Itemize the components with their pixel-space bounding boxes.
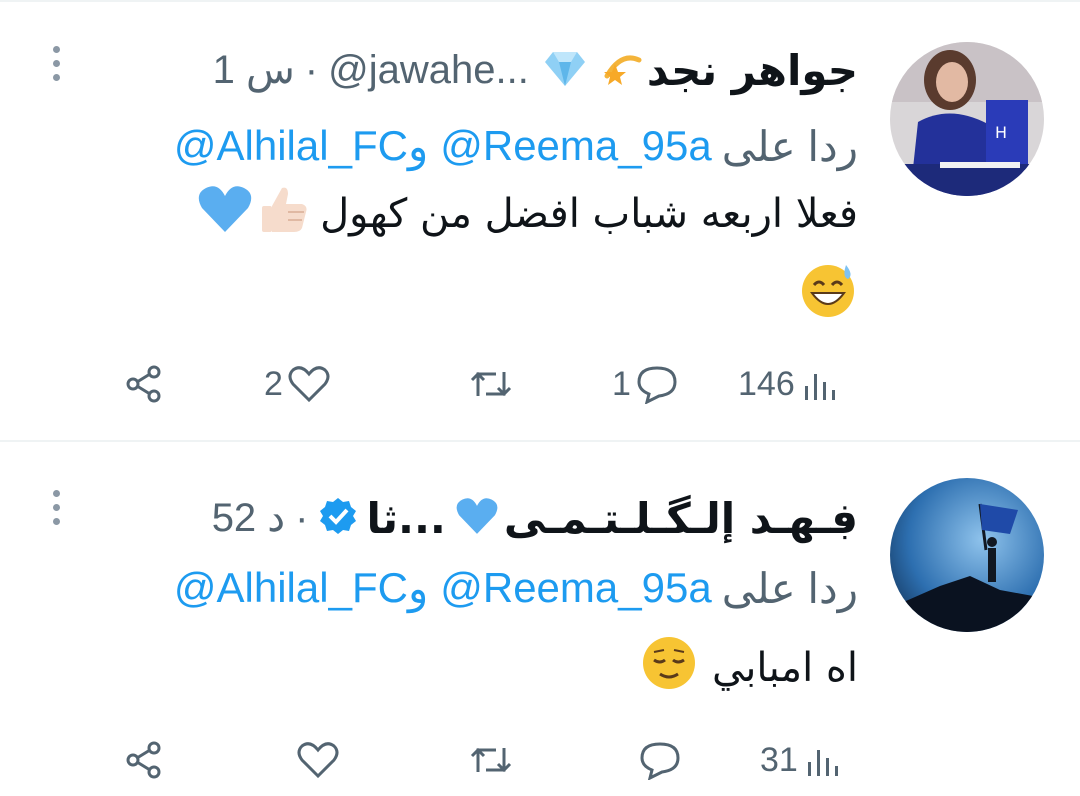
reply-prefix: ردا على [721, 122, 858, 170]
blue-heart-icon [454, 495, 500, 541]
mention-connector: و [407, 122, 429, 170]
tweet-text-line-1: اه امبابي [640, 636, 858, 700]
reply-prefix: ردا على [721, 564, 858, 612]
share-icon[interactable] [124, 354, 164, 414]
reply-context: ردا على @Reema_95a و @Alhilal_FC [174, 560, 858, 616]
separator-dot: · [295, 495, 309, 540]
retweet-button[interactable] [468, 354, 514, 414]
timestamp[interactable]: 52 د [212, 495, 285, 541]
mention-alhilal[interactable]: @Alhilal_FC [174, 564, 408, 612]
reply-count: 1 [612, 364, 631, 403]
action-bar: 2 1 146 [0, 354, 1080, 414]
views-count: 146 [738, 364, 795, 403]
mention-reema[interactable]: @Reema_95a [440, 122, 711, 170]
grinning-sweat-face-icon [798, 259, 858, 329]
avatar[interactable]: H [890, 42, 1044, 196]
tweet-2[interactable]: ڣـهـد إلـگـلـتـمـی ثا... · 52 د ردا على … [0, 442, 1080, 796]
tweet-text-line-1: فعلا اربعه شباب افضل من كهول [196, 184, 858, 244]
avatar[interactable] [890, 478, 1044, 632]
reply-context: ردا على @Reema_95a و @Alhilal_FC [174, 118, 858, 174]
mention-connector: و [407, 564, 429, 612]
display-name[interactable]: ڣـهـد إلـگـلـتـمـی [504, 494, 858, 543]
tweet-text-line-2 [798, 262, 858, 326]
tweet-header: جواهر نجد @jawahe... · 1 س [213, 40, 858, 100]
reply-button[interactable]: 1 [612, 354, 679, 414]
timestamp[interactable]: 1 س [213, 47, 295, 93]
blue-heart-icon [196, 182, 254, 246]
views-icon [804, 374, 835, 400]
like-count: 2 [264, 364, 283, 403]
thumbs-up-icon [258, 182, 312, 246]
share-icon[interactable] [124, 730, 164, 790]
tweet-text: فعلا اربعه شباب افضل من كهول [320, 191, 858, 237]
reply-button[interactable] [638, 730, 682, 790]
reply-icon [637, 366, 677, 404]
tweet-1[interactable]: H جواهر نجد @jawahe... · 1 س ردا على @Re… [0, 0, 1080, 440]
mention-alhilal[interactable]: @Alhilal_FC [174, 122, 408, 170]
tweet-text: اه امبابي [711, 645, 858, 691]
separator-dot: · [304, 47, 319, 92]
svg-text:H: H [995, 123, 1007, 142]
retweet-button[interactable] [468, 730, 514, 790]
display-name[interactable]: جواهر نجد [647, 46, 858, 95]
verified-badge-icon [318, 496, 358, 540]
reply-icon [640, 742, 680, 780]
like-button[interactable]: 2 [264, 354, 331, 414]
views-icon [807, 750, 838, 776]
retweet-icon [470, 371, 512, 397]
views-count: 31 [760, 740, 798, 779]
more-options-icon[interactable] [50, 46, 62, 90]
like-button[interactable] [296, 730, 340, 790]
heart-icon [297, 742, 339, 779]
heart-icon [288, 366, 330, 403]
relieved-face-icon [640, 634, 698, 702]
action-bar: 31 [0, 730, 1080, 790]
tweet-header: ڣـهـد إلـگـلـتـمـی ثا... · 52 د [212, 488, 858, 548]
mention-reema[interactable]: @Reema_95a [440, 564, 711, 612]
views-button[interactable]: 31 [760, 730, 840, 790]
handle[interactable]: @jawahe... [328, 48, 529, 93]
sparkle-star-icon [599, 46, 643, 94]
gem-icon [543, 46, 587, 94]
views-button[interactable]: 146 [738, 354, 837, 414]
retweet-icon [470, 747, 512, 773]
more-options-icon[interactable] [50, 490, 62, 534]
display-name-suffix[interactable]: ثا... [366, 494, 445, 543]
